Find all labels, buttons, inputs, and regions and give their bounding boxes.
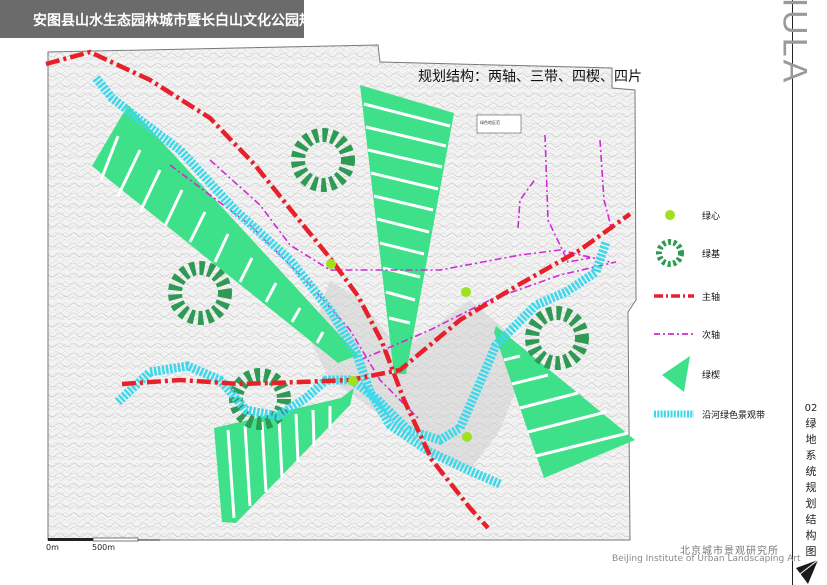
sheet-title-char: 绿 bbox=[805, 417, 817, 430]
sheet-title: 绿 地 系 统 规 划 结 构 图 bbox=[795, 416, 827, 560]
sheet-title-char: 划 bbox=[805, 497, 817, 510]
page-title: 安图县山水生态园林城市暨长白山文化公园规划 bbox=[33, 13, 327, 29]
sheet-title-char: 结 bbox=[805, 513, 817, 526]
iula-logo: IULA bbox=[775, 0, 814, 86]
scale-start-label: 0m bbox=[46, 543, 59, 552]
legend-green-wedge-symbol bbox=[662, 356, 690, 392]
sheet-number: 02 bbox=[804, 403, 818, 414]
title-bar: 安图县山水生态园林城市暨长白山文化公园规划 bbox=[0, 0, 327, 38]
legend-label-main-axis: 主轴 bbox=[702, 293, 721, 303]
legend-label-green-wedge: 绿楔 bbox=[702, 371, 721, 381]
legend-green-core-symbol bbox=[665, 210, 675, 220]
legend-label-green-core: 绿心 bbox=[702, 212, 721, 222]
sheet-title-char: 构 bbox=[805, 529, 817, 542]
green-core-dot bbox=[462, 432, 472, 442]
structure-heading: 规划结构：两轴、三带、四楔、四片 bbox=[418, 69, 642, 85]
sheet-title-char: 地 bbox=[805, 433, 817, 446]
legend bbox=[654, 210, 694, 418]
sheet-title-char: 规 bbox=[805, 481, 817, 494]
legend-green-base-symbol bbox=[656, 239, 684, 267]
sheet-title-char: 系 bbox=[805, 449, 817, 462]
legend-label-green-base: 绿基 bbox=[702, 250, 721, 260]
institute-name-en: BeiJing Institute of Urban Landscaping A… bbox=[612, 554, 801, 564]
legend-label-secondary-axis: 次轴 bbox=[702, 331, 721, 341]
green-core-dot bbox=[326, 259, 336, 269]
green-core-dot bbox=[461, 287, 471, 297]
svg-text:绿色地区范: 绿色地区范 bbox=[480, 119, 500, 125]
scale-end-label: 500m bbox=[92, 543, 116, 552]
sheet-title-char: 统 bbox=[805, 465, 817, 478]
legend-label-river-belt: 沿河绿色景观带 bbox=[702, 411, 766, 421]
green-core-dot bbox=[348, 376, 358, 386]
